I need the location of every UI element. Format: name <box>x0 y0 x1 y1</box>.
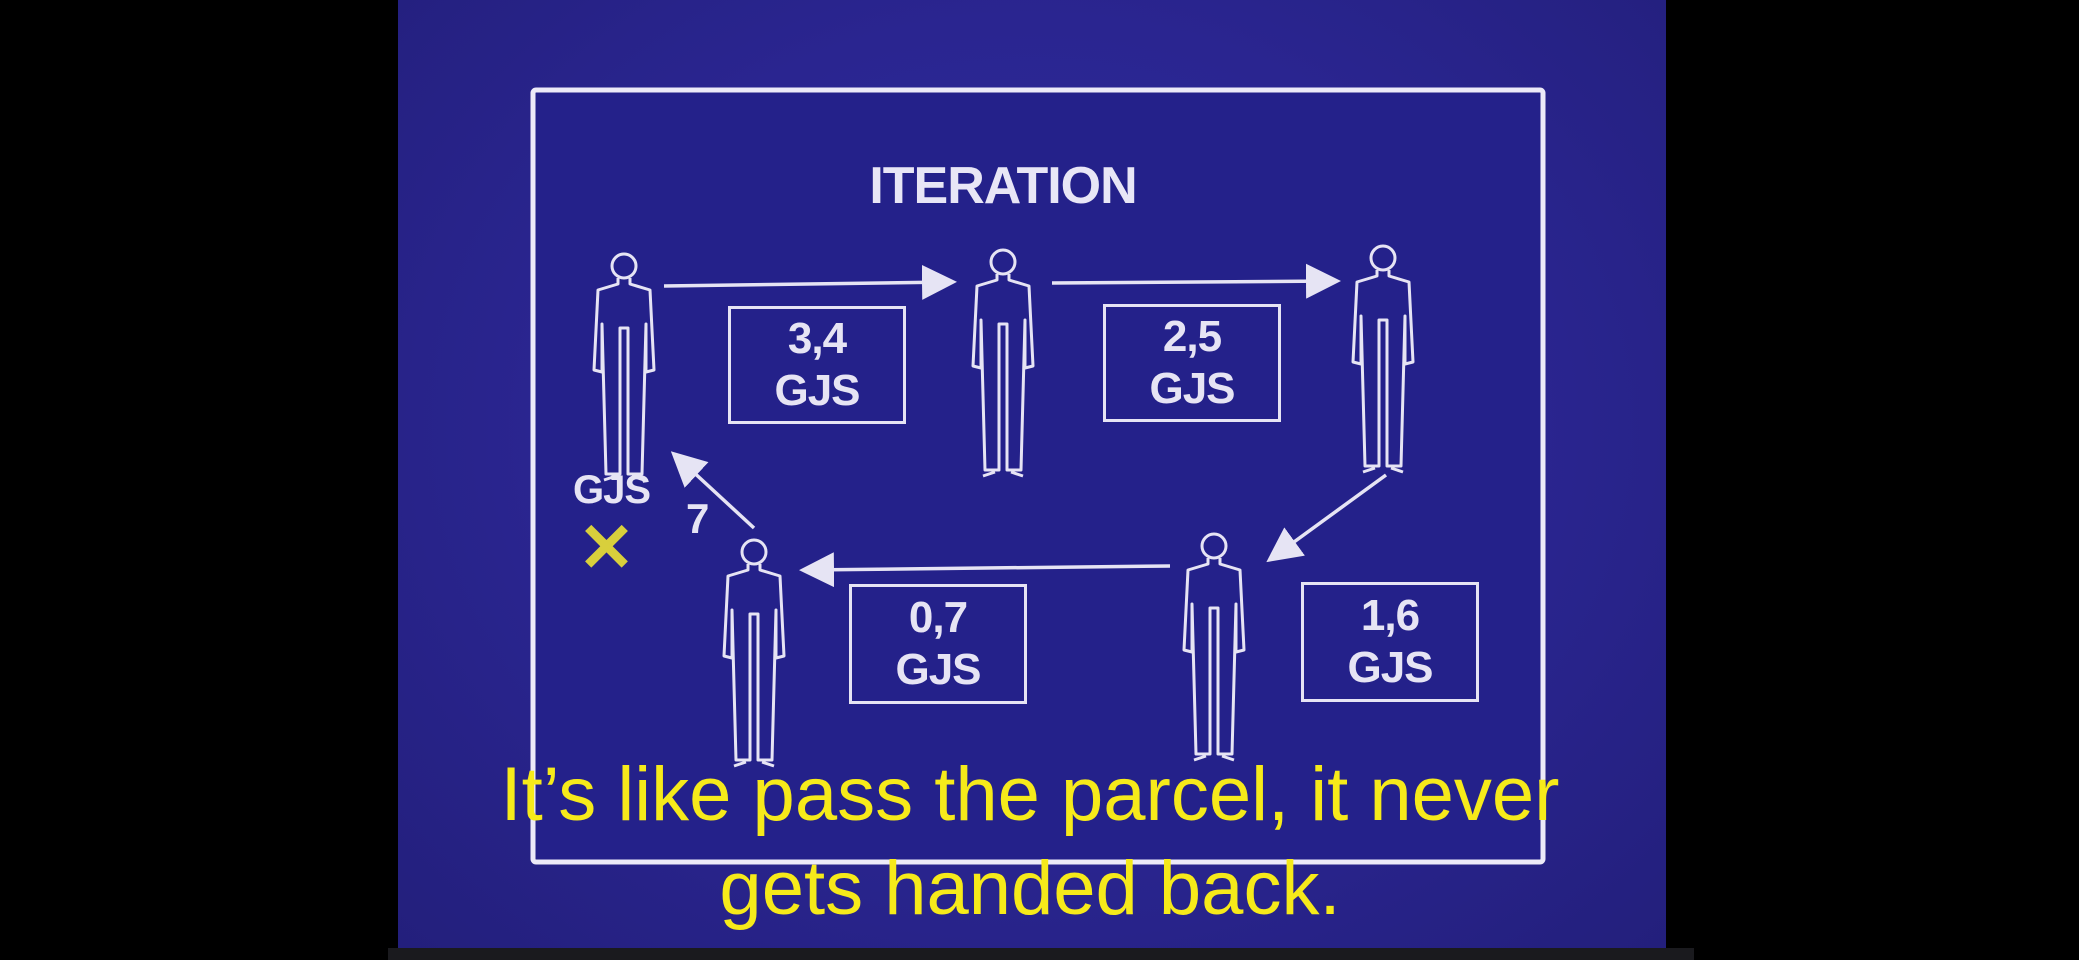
amount-value: 0,7 <box>908 593 968 642</box>
amount-unit: GJS <box>1149 364 1235 413</box>
amount-unit: GJS <box>774 366 860 415</box>
start-amount-label: GJS <box>573 468 651 512</box>
amount-box: 3,4 GJS <box>728 306 906 424</box>
amount-unit: GJS <box>895 645 981 694</box>
subtitle-line: gets handed back. <box>719 846 1341 931</box>
amount-value: 1,6 <box>1360 591 1420 640</box>
subtitle-line: It’s like pass the parcel, it never <box>500 752 1560 837</box>
step-label: 7 <box>686 495 710 542</box>
amount-value: 3,4 <box>787 314 847 363</box>
amount-box: 1,6 GJS <box>1301 582 1479 702</box>
cross-icon: ✕ <box>578 510 635 586</box>
amount-box: 2,5 GJS <box>1103 304 1281 422</box>
subtitle-caption: It’s like pass the parcel, it never gets… <box>380 748 1680 936</box>
arrow-icon <box>1051 263 1341 299</box>
amount-value: 2,5 <box>1162 312 1222 361</box>
player-bottom-bar[interactable] <box>388 948 1694 960</box>
video-player[interactable]: ITERATION 3,4 GJS 2,5 GJS 0,7 GJS 1,6 GJ… <box>0 0 2079 960</box>
amount-unit: GJS <box>1347 643 1433 692</box>
amount-box: 0,7 GJS <box>849 584 1027 704</box>
slide-title: ITERATION <box>869 157 1137 215</box>
